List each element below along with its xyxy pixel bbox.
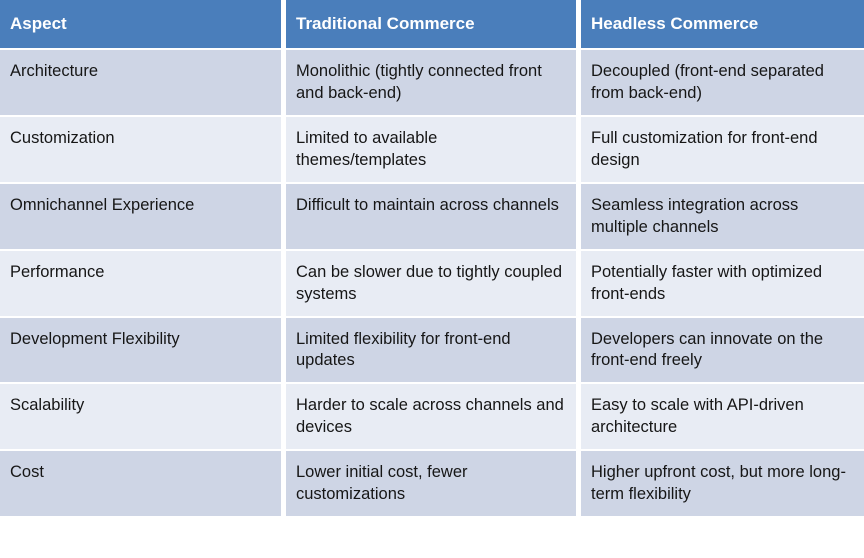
cell-aspect: Customization xyxy=(0,116,286,184)
commerce-comparison-table: Aspect Traditional Commerce Headless Com… xyxy=(0,0,864,517)
table-row: Customization Limited to available theme… xyxy=(0,116,864,184)
cell-aspect: Performance xyxy=(0,250,286,318)
table-row: Scalability Harder to scale across chann… xyxy=(0,384,864,452)
cell-traditional: Limited flexibility for front-end update… xyxy=(286,317,581,385)
table-header-row: Aspect Traditional Commerce Headless Com… xyxy=(0,0,864,50)
column-header-headless-commerce: Headless Commerce xyxy=(581,0,864,50)
cell-traditional: Difficult to maintain across channels xyxy=(286,183,581,251)
table-row: Cost Lower initial cost, fewer customiza… xyxy=(0,451,864,517)
table-row: Performance Can be slower due to tightly… xyxy=(0,250,864,318)
cell-traditional: Harder to scale across channels and devi… xyxy=(286,384,581,452)
cell-aspect: Omnichannel Experience xyxy=(0,183,286,251)
table-header: Aspect Traditional Commerce Headless Com… xyxy=(0,0,864,50)
table-body: Architecture Monolithic (tightly connect… xyxy=(0,50,864,517)
cell-headless: Easy to scale with API-driven architectu… xyxy=(581,384,864,452)
cell-aspect: Scalability xyxy=(0,384,286,452)
table-row: Development Flexibility Limited flexibil… xyxy=(0,317,864,385)
cell-traditional: Limited to available themes/templates xyxy=(286,116,581,184)
cell-headless: Seamless integration across multiple cha… xyxy=(581,183,864,251)
cell-headless: Developers can innovate on the front-end… xyxy=(581,317,864,385)
cell-headless: Decoupled (front-end separated from back… xyxy=(581,50,864,117)
cell-aspect: Development Flexibility xyxy=(0,317,286,385)
column-header-traditional-commerce: Traditional Commerce xyxy=(286,0,581,50)
cell-aspect: Cost xyxy=(0,451,286,517)
cell-headless: Full customization for front-end design xyxy=(581,116,864,184)
cell-headless: Higher upfront cost, but more long-term … xyxy=(581,451,864,517)
cell-traditional: Monolithic (tightly connected front and … xyxy=(286,50,581,117)
cell-headless: Potentially faster with optimized front-… xyxy=(581,250,864,318)
cell-aspect: Architecture xyxy=(0,50,286,117)
table-row: Omnichannel Experience Difficult to main… xyxy=(0,183,864,251)
cell-traditional: Lower initial cost, fewer customizations xyxy=(286,451,581,517)
cell-traditional: Can be slower due to tightly coupled sys… xyxy=(286,250,581,318)
column-header-aspect: Aspect xyxy=(0,0,286,50)
table-row: Architecture Monolithic (tightly connect… xyxy=(0,50,864,117)
